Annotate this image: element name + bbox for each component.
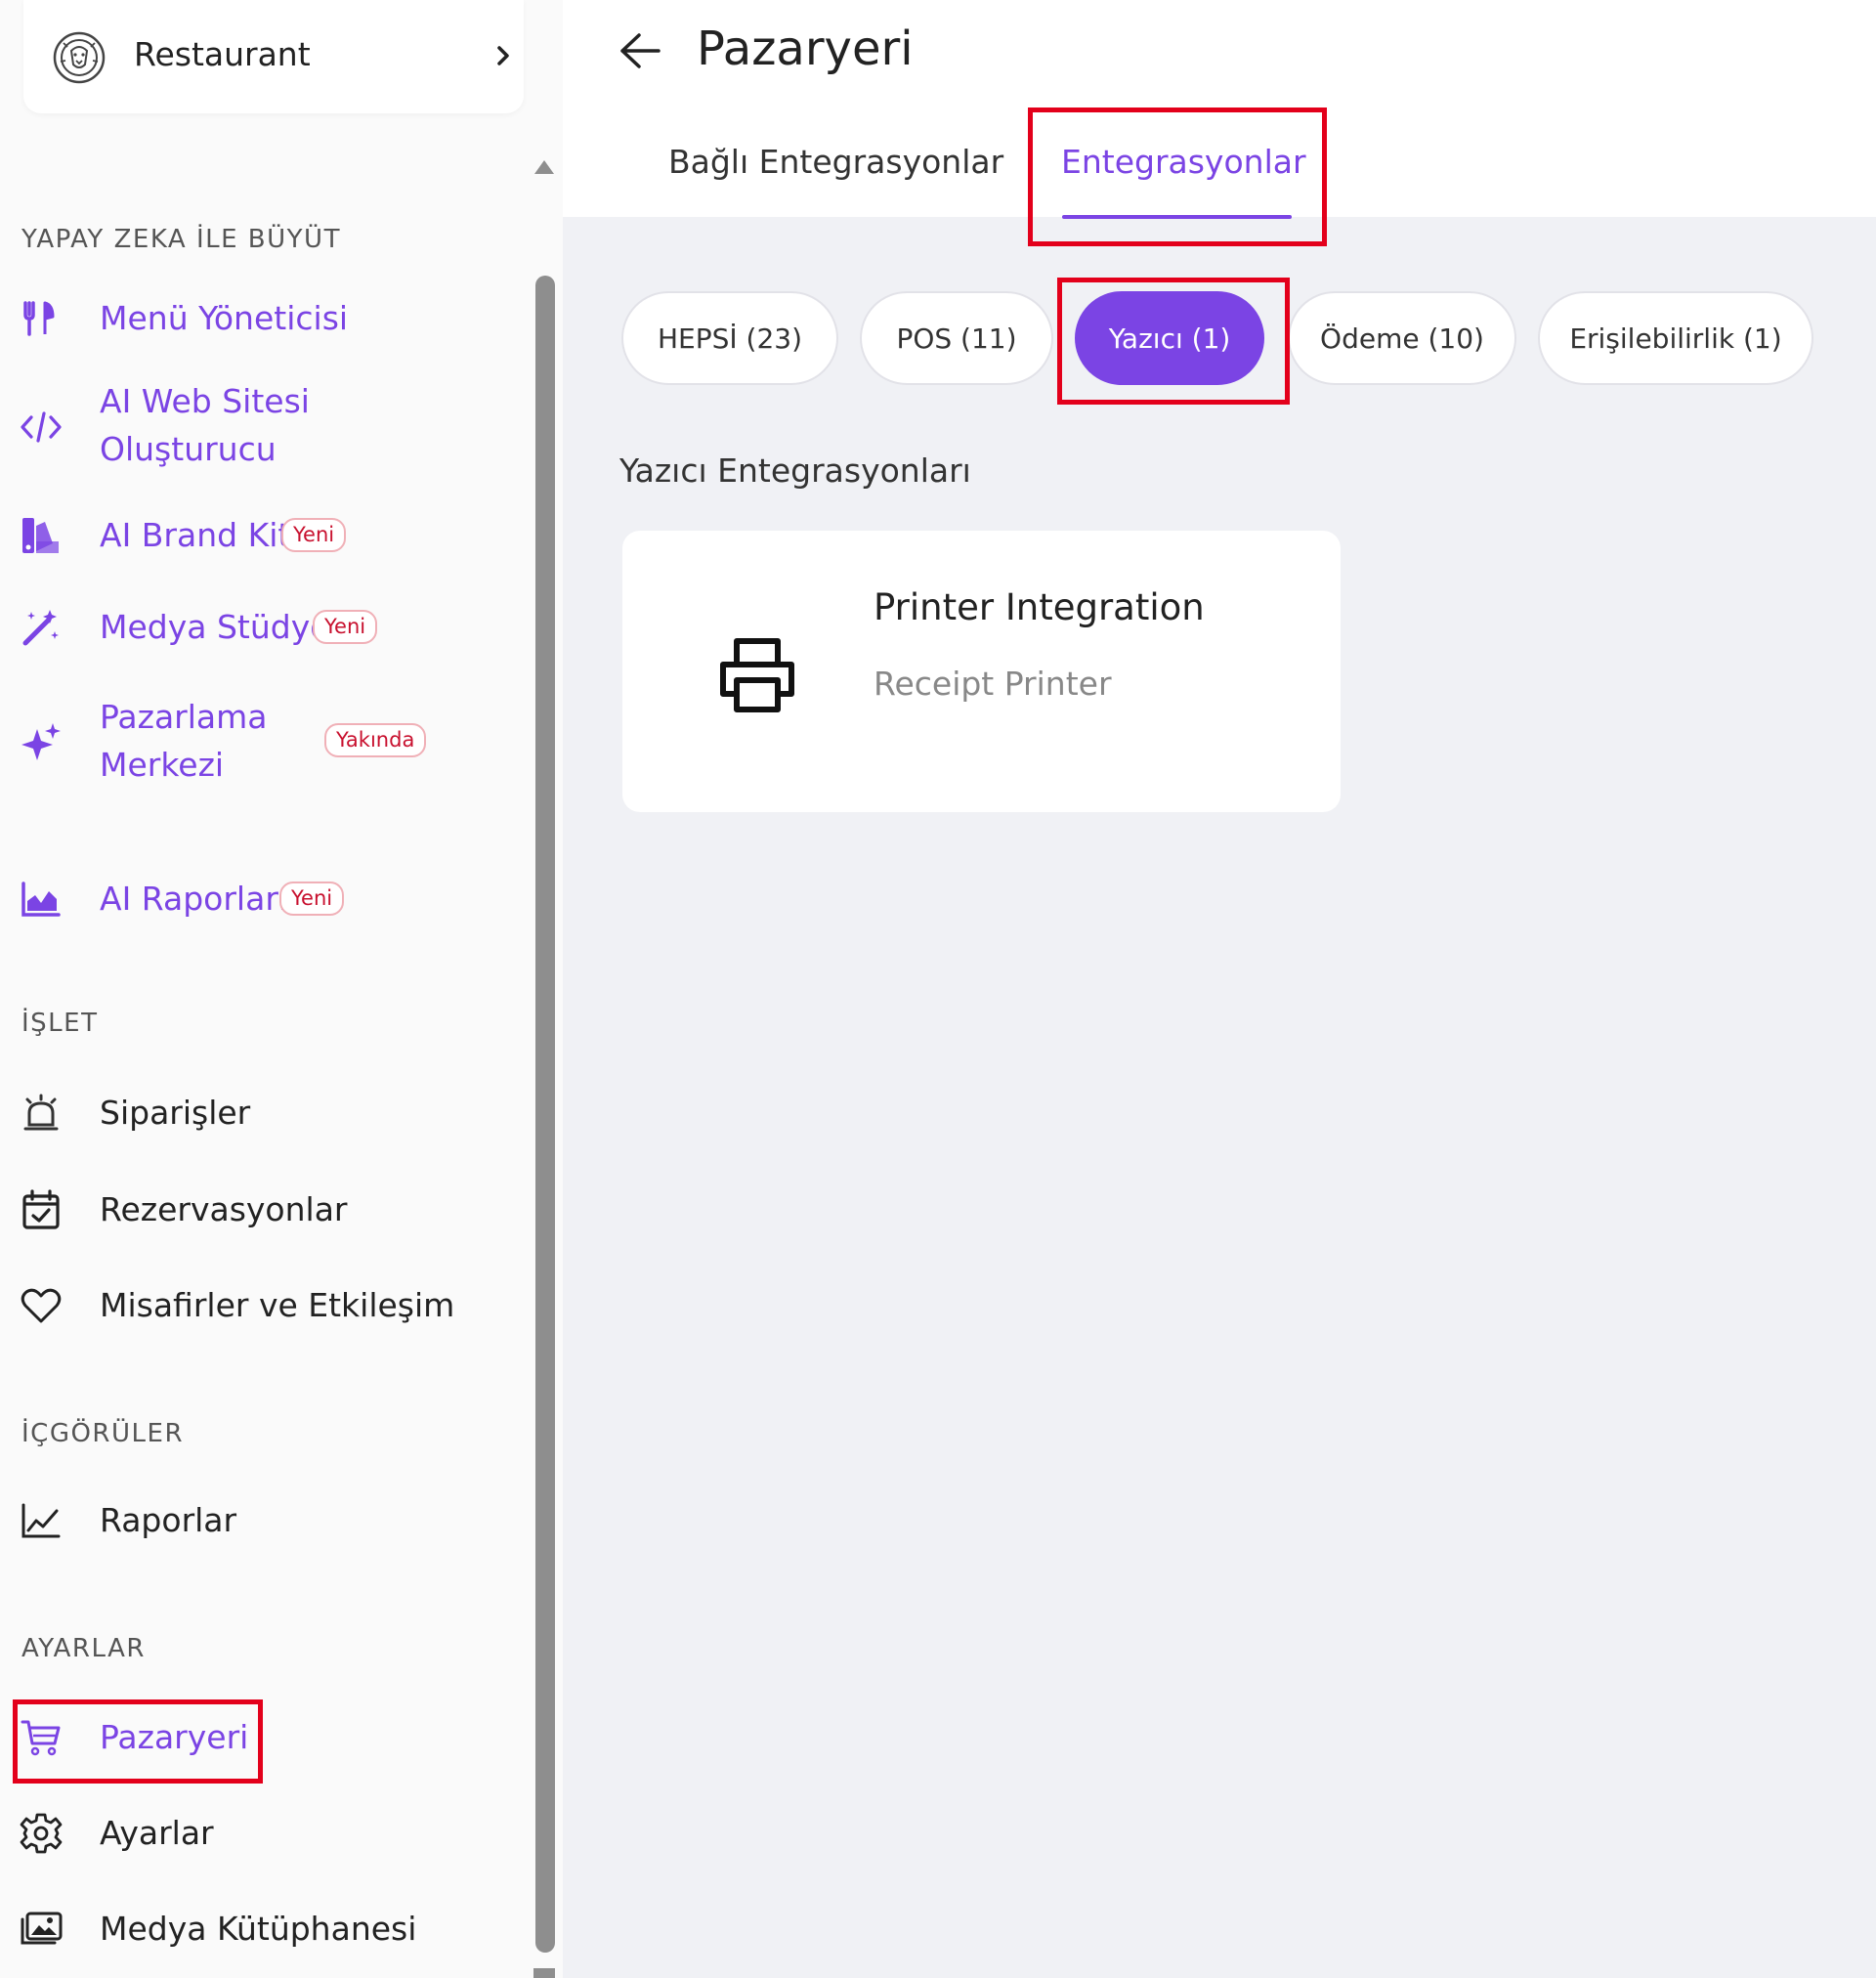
filter-chip-label: Erişilebilirlik (1) xyxy=(1569,322,1782,355)
printer-icon xyxy=(720,638,794,712)
filter-chip-label: POS (11) xyxy=(896,322,1017,355)
sidebar-item-label: Medya Kütüphanesi xyxy=(100,1910,417,1948)
new-badge: Yeni xyxy=(313,610,378,644)
media-library-icon xyxy=(21,1912,63,1945)
sidebar-item-marketing-center[interactable]: Pazarlama Merkezi Yakında xyxy=(0,692,524,794)
restaurant-name: Restaurant xyxy=(134,35,311,73)
line-chart-icon xyxy=(21,1503,61,1538)
sidebar-item-label: Siparişler xyxy=(100,1094,251,1132)
lion-head-logo xyxy=(53,31,106,84)
page-title: Pazaryeri xyxy=(697,22,914,76)
sidebar-item-label: AI Raporları xyxy=(100,880,288,918)
sidebar-item-menu-manager[interactable]: Menü Yöneticisi xyxy=(0,293,524,344)
section-title-settings: AYARLAR xyxy=(21,1634,146,1663)
new-badge: Yeni xyxy=(279,882,345,916)
sparkles-icon xyxy=(21,723,61,760)
sidebar-item-label: Menü Yöneticisi xyxy=(100,299,349,337)
tab-connected-integrations[interactable]: Bağlı Entegrasyonlar xyxy=(668,143,1003,181)
sidebar-item-label: Misafirler ve Etkileşim xyxy=(100,1286,455,1324)
code-icon xyxy=(21,411,62,443)
filter-chip-accessibility[interactable]: Erişilebilirlik (1) xyxy=(1538,291,1813,385)
restaurant-switcher[interactable]: Restaurant xyxy=(23,0,524,113)
coming-soon-badge: Yakında xyxy=(324,723,427,757)
sidebar-item-media-studio[interactable]: Medya Stüdyo Yeni xyxy=(0,602,524,653)
sidebar-item-label: Pazarlama xyxy=(100,698,268,736)
arrow-left-icon[interactable] xyxy=(618,31,662,70)
section-heading-printer-integrations: Yazıcı Entegrasyonları xyxy=(619,452,971,490)
palette-icon xyxy=(22,518,59,553)
sidebar-item-label: AI Web Sitesi xyxy=(100,382,310,420)
sidebar-item-orders[interactable]: Siparişler xyxy=(0,1088,524,1139)
section-title-insights: İÇGÖRÜLER xyxy=(21,1419,185,1448)
new-badge: Yeni xyxy=(281,518,347,552)
sidebar-item-reports[interactable]: Raporlar xyxy=(0,1495,524,1546)
area-chart-icon xyxy=(21,882,61,917)
sidebar-item-label-line2: Merkezi xyxy=(100,746,225,784)
gear-icon xyxy=(20,1813,63,1854)
fork-knife-icon xyxy=(23,301,55,336)
scrollbar-bottom xyxy=(533,1968,555,1978)
sidebar-item-media-library[interactable]: Medya Kütüphanesi xyxy=(0,1904,524,1955)
sidebar-item-label: Raporlar xyxy=(100,1501,237,1539)
bell-icon xyxy=(23,1094,59,1131)
sidebar-item-label: Medya Stüdyo xyxy=(100,608,330,646)
integration-card-subtitle: Receipt Printer xyxy=(874,665,1112,703)
scroll-up-arrow-icon[interactable] xyxy=(533,156,556,176)
filter-chip-label: Ödeme (10) xyxy=(1320,322,1484,355)
calendar-check-icon xyxy=(22,1189,60,1229)
section-title-ai: YAPAY ZEKA İLE BÜYÜT xyxy=(21,225,341,254)
sidebar-item-ai-brand-kit[interactable]: AI Brand Kit Yeni xyxy=(0,510,524,561)
filter-chip-pos[interactable]: POS (11) xyxy=(860,291,1053,385)
sidebar-item-guests[interactable]: Misafirler ve Etkileşim xyxy=(0,1280,524,1331)
sidebar-item-label-line2: Oluşturucu xyxy=(100,430,277,468)
filter-chip-label: HEPSİ (23) xyxy=(657,322,803,355)
highlight-box-printer-filter xyxy=(1057,278,1290,405)
sidebar-item-label: Ayarlar xyxy=(100,1814,214,1852)
highlight-box-marketplace xyxy=(13,1699,263,1784)
heart-icon xyxy=(21,1288,62,1323)
integration-card-title: Printer Integration xyxy=(874,586,1205,628)
highlight-box-integrations-tab xyxy=(1028,108,1327,246)
scrollbar-thumb[interactable] xyxy=(535,276,555,1953)
sidebar: Restaurant YAPAY ZEKA İLE BÜYÜT Menü Yön… xyxy=(0,0,563,1978)
chevron-right-icon xyxy=(497,46,509,65)
sidebar-item-label: AI Brand Kit xyxy=(100,516,291,554)
sidebar-item-reservations[interactable]: Rezervasyonlar xyxy=(0,1184,524,1235)
sidebar-item-ai-reports[interactable]: AI Raporları Yeni xyxy=(0,874,524,924)
sidebar-item-label: Rezervasyonlar xyxy=(100,1190,348,1228)
filter-chip-payment[interactable]: Ödeme (10) xyxy=(1288,291,1516,385)
sidebar-item-settings[interactable]: Ayarlar xyxy=(0,1808,524,1859)
sidebar-item-ai-website-builder[interactable]: AI Web Sitesi Oluşturucu xyxy=(0,376,524,478)
filter-chip-all[interactable]: HEPSİ (23) xyxy=(621,291,838,385)
magic-wand-icon xyxy=(22,610,59,646)
section-title-operate: İŞLET xyxy=(21,1009,99,1038)
